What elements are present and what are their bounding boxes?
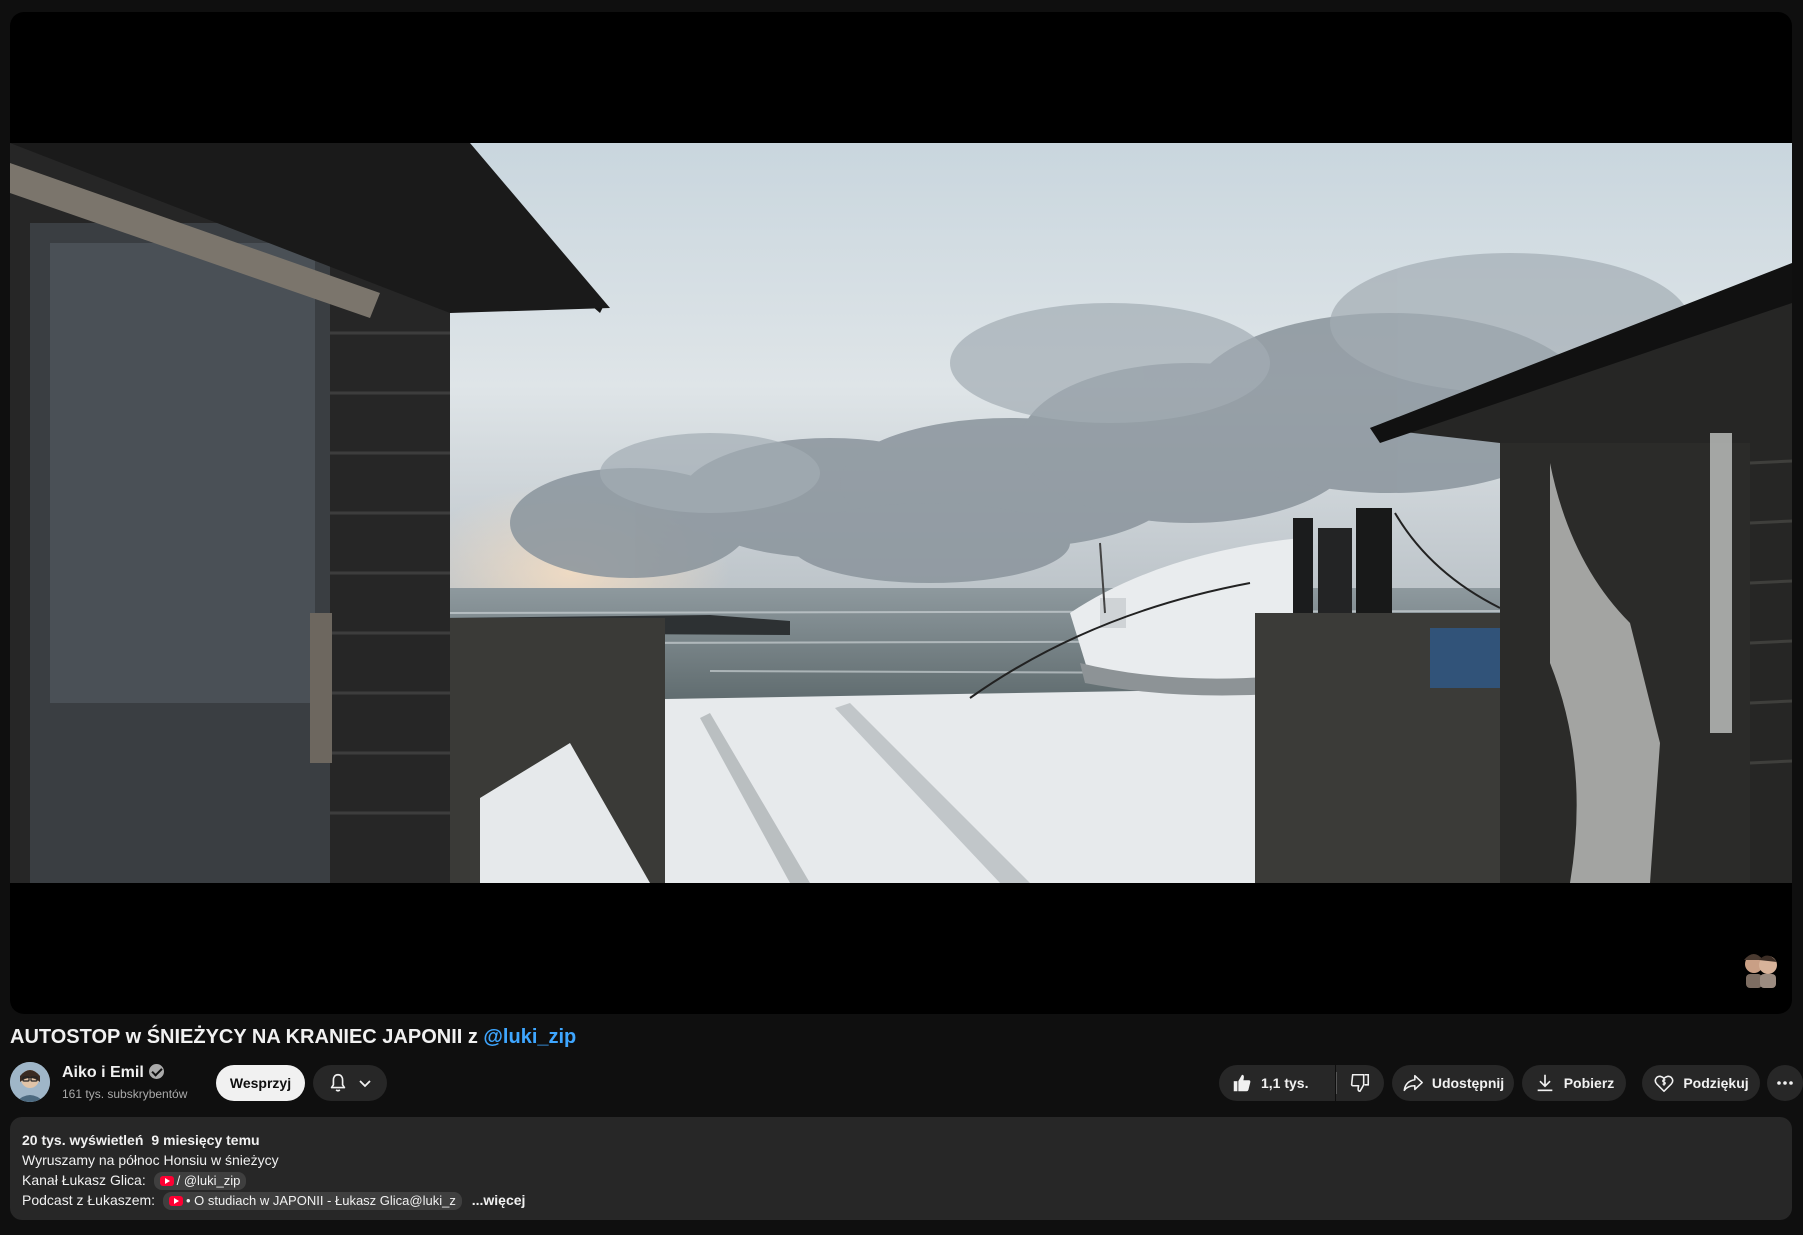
more-actions-button[interactable] xyxy=(1767,1065,1803,1101)
channel-link-chip[interactable]: / @luki_zip xyxy=(153,1172,247,1190)
download-label: Pobierz xyxy=(1563,1075,1615,1091)
youtube-logo-icon xyxy=(168,1196,183,1206)
share-label: Udostępnij xyxy=(1431,1075,1505,1091)
description-line-3-prefix: Podcast z Łukaszem: xyxy=(22,1192,156,1208)
watch-page: AUTOSTOP w ŚNIEŻYCY NA KRANIEC JAPONII z… xyxy=(0,0,1803,1235)
channel-link-chip-text[interactable]: / @luki_zip xyxy=(177,1173,241,1188)
view-count: 20 tys. wyświetleń xyxy=(22,1132,144,1148)
subscriber-count: 161 tys. subskrybentów xyxy=(62,1087,188,1101)
show-more-link[interactable]: ...więcej xyxy=(472,1192,526,1208)
upload-date: 9 miesięcy temu xyxy=(151,1132,260,1148)
like-count: 1,1 tys. xyxy=(1261,1075,1309,1091)
dislike-button[interactable] xyxy=(1336,1065,1384,1101)
bell-icon xyxy=(327,1072,349,1094)
podcast-link-chip-text[interactable]: • O studiach w JAPONII - Łukasz Glica@lu… xyxy=(186,1193,456,1208)
share-button[interactable]: Udostępnij xyxy=(1392,1065,1514,1101)
thanks-button[interactable]: Podziękuj xyxy=(1642,1065,1760,1101)
thumbs-down-icon xyxy=(1349,1072,1371,1094)
download-button[interactable]: Pobierz xyxy=(1522,1065,1626,1101)
owner-row: Aiko i Emil 161 tys. subskrybentów Wespr… xyxy=(10,1062,1803,1104)
verified-badge-icon xyxy=(148,1064,164,1079)
description-line-3: Podcast z Łukaszem: • O studiach w JAPON… xyxy=(22,1190,1780,1210)
channel-name-text[interactable]: Aiko i Emil xyxy=(62,1064,144,1081)
video-still-image xyxy=(10,143,1792,883)
video-player[interactable] xyxy=(10,12,1792,1014)
description-line-2-prefix: Kanał Łukasz Glica: xyxy=(22,1172,146,1188)
share-arrow-icon xyxy=(1402,1072,1424,1094)
thumbs-up-icon xyxy=(1231,1072,1253,1094)
support-button[interactable]: Wesprzyj xyxy=(216,1065,305,1101)
description-line-1: Wyruszamy na północ Honsiu w śnieżycy xyxy=(22,1152,279,1168)
video-frame[interactable] xyxy=(10,143,1792,883)
title-mention-link[interactable]: @luki_zip xyxy=(483,1026,576,1048)
description-line-2: Kanał Łukasz Glica: / @luki_zip xyxy=(22,1170,1780,1190)
video-title-text: AUTOSTOP w ŚNIEŻYCY NA KRANIEC JAPONII z xyxy=(10,1026,484,1048)
video-title: AUTOSTOP w ŚNIEŻYCY NA KRANIEC JAPONII z… xyxy=(10,1026,576,1049)
channel-watermark-avatar[interactable] xyxy=(1738,946,1784,992)
youtube-logo-icon xyxy=(159,1176,174,1186)
thanks-label: Podziękuj xyxy=(1683,1075,1749,1091)
chevron-down-icon xyxy=(357,1075,373,1091)
channel-name[interactable]: Aiko i Emil xyxy=(62,1064,164,1082)
notifications-button[interactable] xyxy=(313,1065,387,1101)
description-box[interactable]: 20 tys. wyświetleń 9 miesięcy temu Wyrusz… xyxy=(10,1117,1792,1220)
description-meta: 20 tys. wyświetleń 9 miesięcy temu xyxy=(22,1130,1780,1150)
more-horizontal-icon xyxy=(1776,1074,1794,1092)
download-icon xyxy=(1534,1072,1556,1094)
heart-dollar-icon xyxy=(1653,1072,1675,1094)
like-button[interactable]: 1,1 tys. xyxy=(1219,1065,1335,1101)
channel-avatar[interactable] xyxy=(10,1062,50,1102)
podcast-link-chip[interactable]: • O studiach w JAPONII - Łukasz Glica@lu… xyxy=(162,1192,462,1210)
